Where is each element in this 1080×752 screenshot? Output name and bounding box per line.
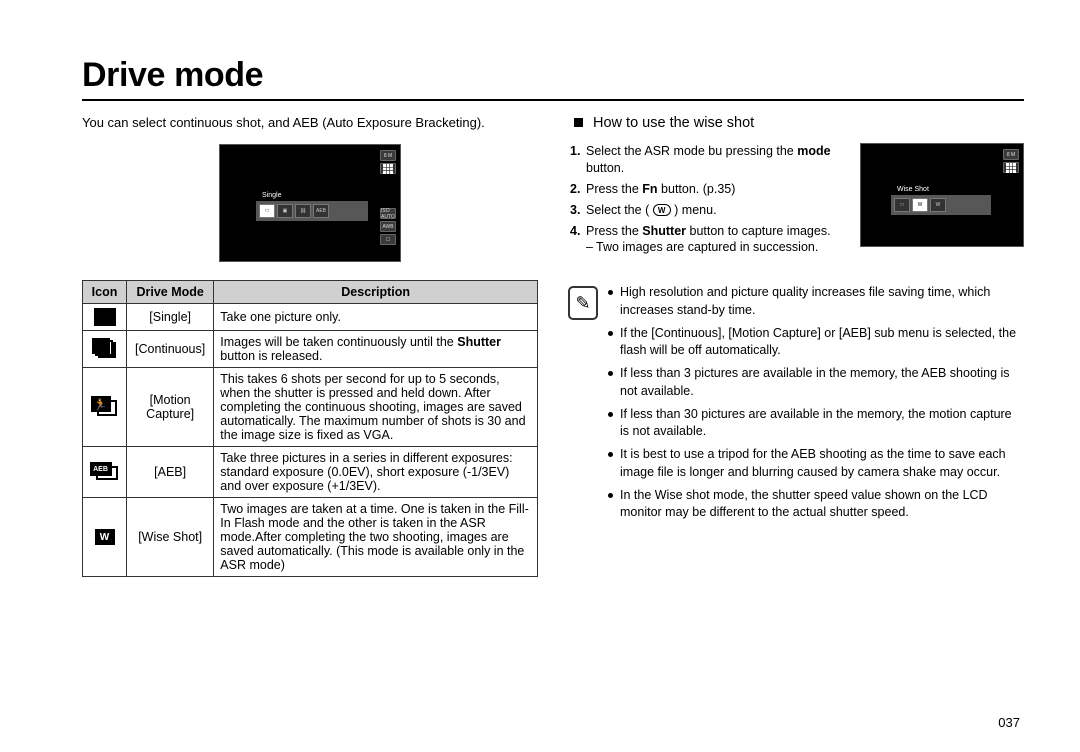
continuous-icon bbox=[92, 338, 118, 360]
step-4-sub: Two images are captured in succession. bbox=[596, 239, 846, 256]
drive-mode-table: Icon Drive Mode Description [Single] Tak… bbox=[82, 280, 538, 577]
metering-chip: ☐ bbox=[380, 234, 396, 245]
col-icon: Icon bbox=[83, 281, 127, 304]
mode-continuous: [Continuous] bbox=[127, 331, 214, 368]
table-row: AEB [AEB] Take three pictures in a serie… bbox=[83, 447, 538, 498]
w-icon: W bbox=[653, 204, 671, 216]
note-item: In the Wise shot mode, the shutter speed… bbox=[608, 487, 1024, 522]
table-row: [Continuous] Images will be taken contin… bbox=[83, 331, 538, 368]
lcd-menu-label: Single bbox=[256, 190, 368, 201]
desc-wise: Two images are taken at a time. One is t… bbox=[214, 498, 538, 577]
lcd2-resolution-chip: 8 M bbox=[1003, 149, 1019, 160]
col-desc: Description bbox=[214, 281, 538, 304]
desc-continuous: Images will be taken continuously until … bbox=[214, 331, 538, 368]
desc-aeb: Take three pictures in a series in diffe… bbox=[214, 447, 538, 498]
lcd2-opt-wise-icon: W bbox=[912, 198, 928, 212]
lcd-drive-menu: Single □ ▣ ⛓ AEB bbox=[256, 190, 368, 221]
camera-lcd-illustration-wise: 8 M Wise Shot □ W W bbox=[860, 143, 1024, 247]
note-item: If the [Continuous], [Motion Capture] or… bbox=[608, 325, 1024, 360]
instruction-steps: 1.Select the ASR mode bu pressing the mo… bbox=[568, 143, 846, 260]
manual-page: Drive mode You can select continuous sho… bbox=[0, 0, 1080, 752]
motion-capture-icon: 🏃 bbox=[91, 396, 119, 418]
step-2: 2.Press the Fn button. (p.35) bbox=[586, 181, 846, 198]
iso-chip: ISO AUTO bbox=[380, 208, 396, 219]
grid-icon bbox=[380, 163, 396, 174]
lcd-menu-row: □ ▣ ⛓ AEB bbox=[256, 201, 368, 221]
section-title: How to use the wise shot bbox=[574, 115, 1024, 131]
lcd2-side-panel: 8 M bbox=[1002, 149, 1020, 173]
desc-single: Take one picture only. bbox=[214, 304, 538, 331]
note-item: If less than 30 pictures are available i… bbox=[608, 406, 1024, 441]
table-row: [Single] Take one picture only. bbox=[83, 304, 538, 331]
mode-single: [Single] bbox=[127, 304, 214, 331]
left-column: You can select continuous shot, and AEB … bbox=[82, 107, 538, 577]
note-item: High resolution and picture quality incr… bbox=[608, 284, 1024, 319]
awb-chip: AWB bbox=[380, 221, 396, 232]
mode-motion: [Motion Capture] bbox=[127, 368, 214, 447]
page-number: 037 bbox=[998, 715, 1020, 730]
drive-opt-aeb-icon: AEB bbox=[313, 204, 329, 218]
desc-motion: This takes 6 shots per second for up to … bbox=[214, 368, 538, 447]
aeb-icon: AEB bbox=[90, 462, 120, 482]
step-4: 4.Press the Shutter button to capture im… bbox=[586, 223, 846, 257]
note-item: It is best to use a tripod for the AEB s… bbox=[608, 446, 1024, 481]
step-3: 3.Select the ( W ) menu. bbox=[586, 202, 846, 219]
table-row: 🏃 [Motion Capture] This takes 6 shots pe… bbox=[83, 368, 538, 447]
lcd-side-panel: 8 M ISO AUTO AWB ☐ bbox=[379, 150, 397, 245]
lcd2-opt-w-icon: W bbox=[930, 198, 946, 212]
two-column-layout: You can select continuous shot, and AEB … bbox=[82, 107, 1024, 577]
steps-and-lcd: 1.Select the ASR mode bu pressing the mo… bbox=[568, 143, 1024, 260]
note-item: If less than 3 pictures are available in… bbox=[608, 365, 1024, 400]
note-icon: ✎ bbox=[568, 286, 598, 320]
note-list: High resolution and picture quality incr… bbox=[608, 284, 1024, 527]
lcd2-opt-single-icon: □ bbox=[894, 198, 910, 212]
grid-icon bbox=[1003, 162, 1019, 173]
camera-lcd-illustration: 8 M ISO AUTO AWB ☐ Single □ ▣ ⛓ AEB bbox=[219, 144, 401, 262]
drive-opt-continuous-icon: ▣ bbox=[277, 204, 293, 218]
single-icon bbox=[94, 308, 116, 326]
step-1: 1.Select the ASR mode bu pressing the mo… bbox=[586, 143, 846, 177]
note-box: ✎ High resolution and picture quality in… bbox=[568, 284, 1024, 527]
table-row: W [Wise Shot] Two images are taken at a … bbox=[83, 498, 538, 577]
square-bullet-icon bbox=[574, 118, 583, 127]
lcd2-menu-label: Wise Shot bbox=[891, 184, 991, 195]
page-title: Drive mode bbox=[82, 56, 1024, 101]
drive-opt-single-icon: □ bbox=[259, 204, 275, 218]
mode-wise: [Wise Shot] bbox=[127, 498, 214, 577]
lcd2-drive-menu: Wise Shot □ W W bbox=[891, 184, 991, 215]
lcd2-menu-row: □ W W bbox=[891, 195, 991, 215]
col-mode: Drive Mode bbox=[127, 281, 214, 304]
drive-opt-motion-icon: ⛓ bbox=[295, 204, 311, 218]
lcd-resolution-chip: 8 M bbox=[380, 150, 396, 161]
intro-text: You can select continuous shot, and AEB … bbox=[82, 115, 538, 130]
right-column: How to use the wise shot 1.Select the AS… bbox=[568, 107, 1024, 577]
wise-shot-icon: W bbox=[95, 529, 115, 545]
mode-aeb: [AEB] bbox=[127, 447, 214, 498]
